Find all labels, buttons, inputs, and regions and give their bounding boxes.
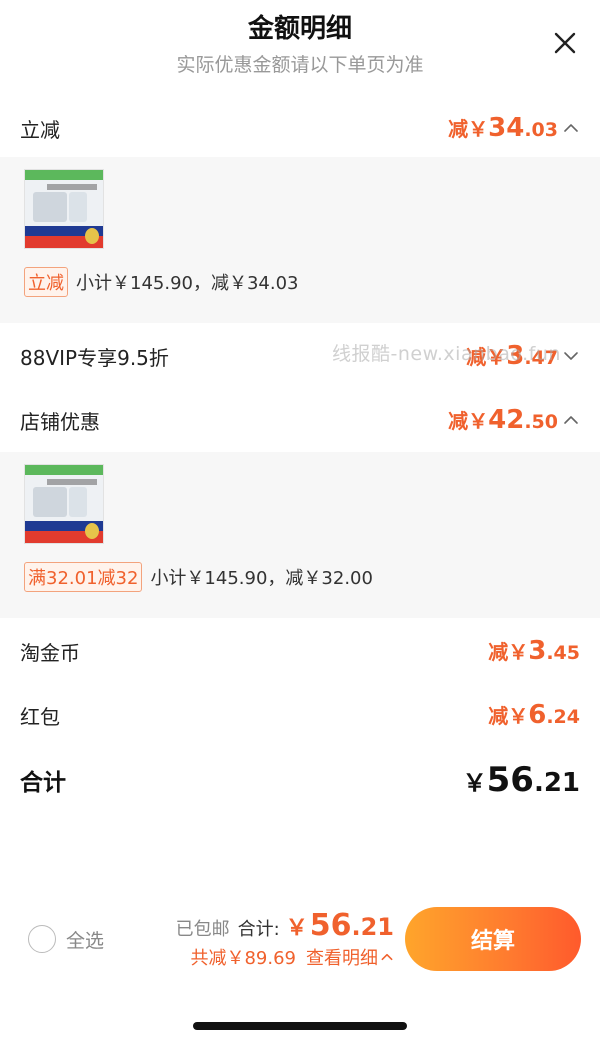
chevron-up-icon[interactable]	[562, 411, 580, 429]
sheet-header: 金额明细 实际优惠金额请以下单页为准	[0, 0, 600, 100]
checkout-button[interactable]: 结算	[405, 907, 581, 971]
discount-label: 立减	[20, 117, 60, 142]
chevron-up-icon[interactable]	[562, 119, 580, 137]
sum-amount: ￥ 56 .21	[285, 908, 394, 943]
promo-line: 满32.01减32 小计￥145.90，减￥32.00	[24, 562, 373, 592]
promo-subtotal-text: 小计￥145.90，减￥32.00	[150, 568, 373, 589]
close-button[interactable]	[552, 30, 578, 56]
amount-detail-sheet: 金额明细 实际优惠金额请以下单页为准 立减 减￥ 34 .03 立减 小计￥14…	[0, 0, 600, 1043]
product-thumbnail[interactable]	[24, 169, 104, 249]
total-amount: ￥ 56 .21	[462, 760, 580, 800]
promo-tag: 满32.01减32	[24, 562, 143, 592]
discount-amount: 减￥ 6 .24	[488, 700, 580, 730]
home-indicator[interactable]	[193, 1022, 407, 1030]
discount-amount: 减￥ 34 .03	[448, 113, 580, 143]
discount-row-instant[interactable]: 立减 减￥ 34 .03	[0, 100, 600, 156]
sheet-subtitle: 实际优惠金额请以下单页为准	[176, 54, 424, 76]
discount-label: 店铺优惠	[20, 409, 100, 434]
discount-row-redpacket: 红包 减￥ 6 .24	[0, 686, 600, 744]
chevron-up-icon	[380, 950, 394, 964]
watermark-text: 线报酷-new.xianbao.fun	[332, 343, 561, 365]
discount-label: 红包	[20, 704, 60, 729]
close-icon	[554, 32, 576, 54]
discount-detail-panel: 立减 小计￥145.90，减￥34.03	[0, 157, 600, 323]
select-all-label: 全选	[66, 929, 105, 952]
chevron-down-icon[interactable]	[562, 347, 580, 365]
select-all-checkbox[interactable]: 全选	[28, 925, 104, 953]
discount-label: 88VIP专享9.5折	[20, 345, 169, 370]
sheet-title: 金额明细	[247, 14, 352, 44]
free-shipping-label: 已包邮	[175, 919, 230, 940]
promo-line: 立减 小计￥145.90，减￥34.03	[24, 267, 299, 297]
total-label: 合计	[20, 770, 66, 796]
promo-tag: 立减	[24, 267, 68, 297]
saved-summary: 共减￥89.69 查看明细	[190, 944, 394, 970]
radio-circle-icon[interactable]	[28, 925, 56, 953]
total-row: 合计 ￥ 56 .21	[0, 750, 600, 810]
product-thumbnail[interactable]	[24, 464, 104, 544]
discount-label: 淘金币	[20, 640, 80, 665]
store-detail-panel: 满32.01减32 小计￥145.90，减￥32.00	[0, 452, 600, 618]
discount-amount: 减￥ 3 .45	[488, 636, 580, 666]
view-detail-label: 查看明细	[306, 948, 378, 969]
view-detail-link[interactable]: 查看明细	[306, 944, 394, 970]
saved-amount: 共减￥89.69	[190, 948, 296, 969]
cart-sum: 已包邮 合计: ￥ 56 .21	[176, 908, 394, 943]
discount-amount: 减￥ 42 .50	[448, 405, 580, 435]
discount-row-store[interactable]: 店铺优惠 减￥ 42 .50	[0, 390, 600, 450]
discount-row-taojinbi: 淘金币 减￥ 3 .45	[0, 622, 600, 680]
sum-label: 合计:	[237, 919, 280, 940]
promo-subtotal-text: 小计￥145.90，减￥34.03	[76, 273, 299, 294]
